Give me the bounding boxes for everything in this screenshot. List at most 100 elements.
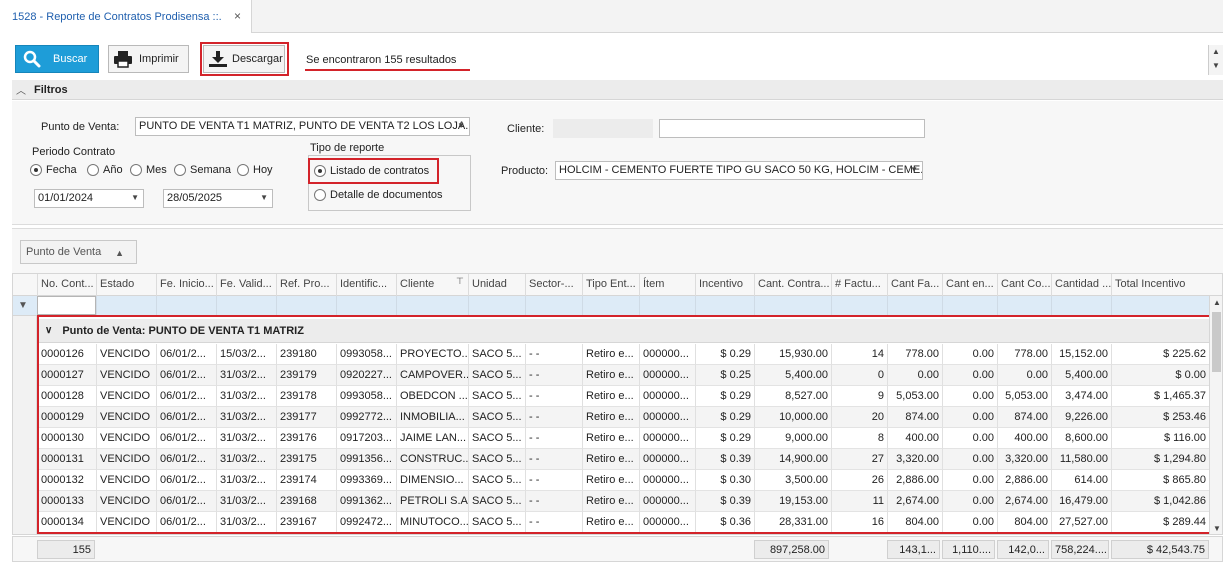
radio-mes-label: Mes	[146, 164, 167, 176]
results-underline	[305, 69, 470, 71]
chevron-up-icon: ︿	[16, 86, 26, 97]
fecha-hasta-input[interactable]: 28/05/2025 ▼	[163, 189, 273, 208]
filter-cell-num-facturas[interactable]	[831, 296, 887, 315]
column-header-no-contrato[interactable]: No. Cont...	[37, 274, 96, 296]
column-header-incentivo[interactable]: Incentivo	[695, 274, 754, 296]
periodo-label: Periodo Contrato	[32, 146, 116, 158]
radio-semana[interactable]: Semana	[174, 164, 231, 176]
filter-cell-cliente[interactable]	[396, 296, 468, 315]
radio-circle	[87, 164, 99, 176]
radio-circle	[314, 189, 326, 201]
grid-footer: 155 897,258.00 143,1... 1,110.... 142,0.…	[12, 536, 1223, 562]
filter-cell-item[interactable]	[639, 296, 695, 315]
radio-hoy-label: Hoy	[253, 164, 273, 176]
radio-detalle[interactable]: Detalle de documentos	[314, 189, 443, 201]
toolbar-scrollbar[interactable]: ▲ ▼	[1208, 45, 1223, 75]
filter-cell-cant-comprometida[interactable]	[997, 296, 1051, 315]
scroll-up-icon[interactable]: ▲	[1210, 298, 1222, 307]
radio-detalle-label: Detalle de documentos	[330, 189, 443, 201]
radio-circle	[130, 164, 142, 176]
scroll-thumb[interactable]	[1212, 312, 1221, 372]
filter-cell-cant-facturada[interactable]	[887, 296, 942, 315]
grid-header: No. Cont... Estado Fe. Inicio... Fe. Valid.…	[13, 274, 1222, 296]
column-header-ref-pro[interactable]: Ref. Pro...	[276, 274, 336, 296]
scroll-down-icon[interactable]: ▼	[1210, 524, 1222, 533]
footer-cant-entregada: 1,110....	[942, 540, 995, 559]
filter-cell-fe-inicio[interactable]	[156, 296, 216, 315]
filter-cell-sector[interactable]	[525, 296, 582, 315]
footer-cant-comprometida: 142,0...	[997, 540, 1049, 559]
radio-hoy[interactable]: Hoy	[237, 164, 273, 176]
filter-cell-cantidad-pendiente[interactable]	[1051, 296, 1111, 315]
filter-cell-fe-validez[interactable]	[216, 296, 276, 315]
cliente-code-input[interactable]	[553, 119, 653, 138]
footer-count: 155	[37, 540, 95, 559]
sort-up-icon: ▲	[115, 248, 124, 258]
filter-cell-ref-pro[interactable]	[276, 296, 336, 315]
filter-cell-estado[interactable]	[96, 296, 156, 315]
filter-cell-cant-contratada[interactable]	[754, 296, 831, 315]
print-button[interactable]: Imprimir	[108, 45, 189, 73]
column-header-cant-facturada[interactable]: Cant Fa...	[887, 274, 942, 296]
printer-icon	[113, 50, 133, 68]
tab-title: 1528 - Reporte de Contratos Prodisensa :…	[12, 10, 222, 23]
footer-total-incentivo: $ 42,543.75	[1111, 540, 1209, 559]
filter-cell-incentivo[interactable]	[695, 296, 754, 315]
filter-cell-identificacion[interactable]	[336, 296, 396, 315]
column-header-total-incentivo[interactable]: Total Incentivo	[1111, 274, 1209, 296]
punto-venta-combo[interactable]: PUNTO DE VENTA T1 MATRIZ, PUNTO DE VENTA…	[135, 117, 470, 136]
fecha-desde-input[interactable]: 01/01/2024 ▼	[34, 189, 144, 208]
column-header-sector[interactable]: Sector-...	[525, 274, 582, 296]
filters-header[interactable]: ︿ Filtros	[12, 80, 1223, 100]
results-count-text: Se encontraron 155 resultados	[306, 54, 457, 66]
column-header-fe-validez[interactable]: Fe. Valid...	[216, 274, 276, 296]
radio-circle	[174, 164, 186, 176]
column-header-cant-entregada[interactable]: Cant en...	[942, 274, 997, 296]
column-header-identificacion[interactable]: Identific...	[336, 274, 396, 296]
results-grid: No. Cont... Estado Fe. Inicio... Fe. Valid.…	[12, 273, 1223, 535]
punto-venta-label: Punto de Venta:	[41, 121, 120, 133]
footer-cant-contratada: 897,258.00	[754, 540, 829, 559]
producto-combo[interactable]: HOLCIM - CEMENTO FUERTE TIPO GU SACO 50 …	[555, 161, 923, 180]
column-filter-icon[interactable]: ⊤	[456, 276, 464, 287]
search-button[interactable]: Buscar	[15, 45, 99, 73]
column-header-fe-inicio[interactable]: Fe. Inicio...	[156, 274, 216, 296]
column-header-item[interactable]: Ítem	[639, 274, 695, 296]
punto-venta-value: PUNTO DE VENTA T1 MATRIZ, PUNTO DE VENTA…	[139, 120, 470, 132]
groupby-punto-venta[interactable]: Punto de Venta ▲	[20, 240, 137, 264]
filter-cell-no-contrato[interactable]	[37, 296, 96, 315]
fecha-hasta-value: 28/05/2025	[167, 192, 223, 204]
filter-cell-cant-entregada[interactable]	[942, 296, 997, 315]
column-header-cant-comprometida[interactable]: Cant Co...	[997, 274, 1051, 296]
column-header-unidad[interactable]: Unidad	[468, 274, 525, 296]
fecha-desde-value: 01/01/2024	[38, 192, 94, 204]
grid-filter-row[interactable]: ▼	[13, 296, 1209, 316]
footer-cant-facturada: 143,1...	[887, 540, 940, 559]
column-header-cant-contratada[interactable]: Cant. Contra...	[754, 274, 831, 296]
footer-cantidad-pendiente: 758,224....	[1051, 540, 1109, 559]
filter-cell-tipo-entrega[interactable]	[582, 296, 639, 315]
column-header-num-facturas[interactable]: # Factu...	[831, 274, 887, 296]
cliente-name-input[interactable]	[659, 119, 925, 138]
radio-ano[interactable]: Año	[87, 164, 123, 176]
highlight-download	[200, 42, 289, 76]
print-button-label: Imprimir	[139, 53, 179, 65]
close-icon[interactable]: ×	[234, 9, 241, 23]
filter-cell-unidad[interactable]	[468, 296, 525, 315]
filter-cell-total-incentivo[interactable]	[1111, 296, 1209, 315]
radio-mes[interactable]: Mes	[130, 164, 167, 176]
tab-report[interactable]: 1528 - Reporte de Contratos Prodisensa :…	[0, 0, 252, 33]
grid-scrollbar[interactable]: ▲ ▼	[1209, 296, 1222, 534]
filter-icon: ▼	[18, 300, 28, 311]
chevron-down-icon: ▼	[260, 193, 268, 202]
chevron-down-icon: ▼	[910, 165, 918, 174]
highlight-listado	[308, 158, 439, 184]
cliente-label: Cliente:	[507, 123, 545, 135]
tipo-reporte-label: Tipo de reporte	[310, 142, 385, 154]
column-header-tipo-entrega[interactable]: Tipo Ent...	[582, 274, 639, 296]
column-header-estado[interactable]: Estado	[96, 274, 156, 296]
column-header-cantidad-pendiente[interactable]: Cantidad ...	[1051, 274, 1111, 296]
radio-fecha[interactable]: Fecha	[30, 164, 77, 176]
radio-semana-label: Semana	[190, 164, 231, 176]
producto-label: Producto:	[501, 165, 549, 177]
